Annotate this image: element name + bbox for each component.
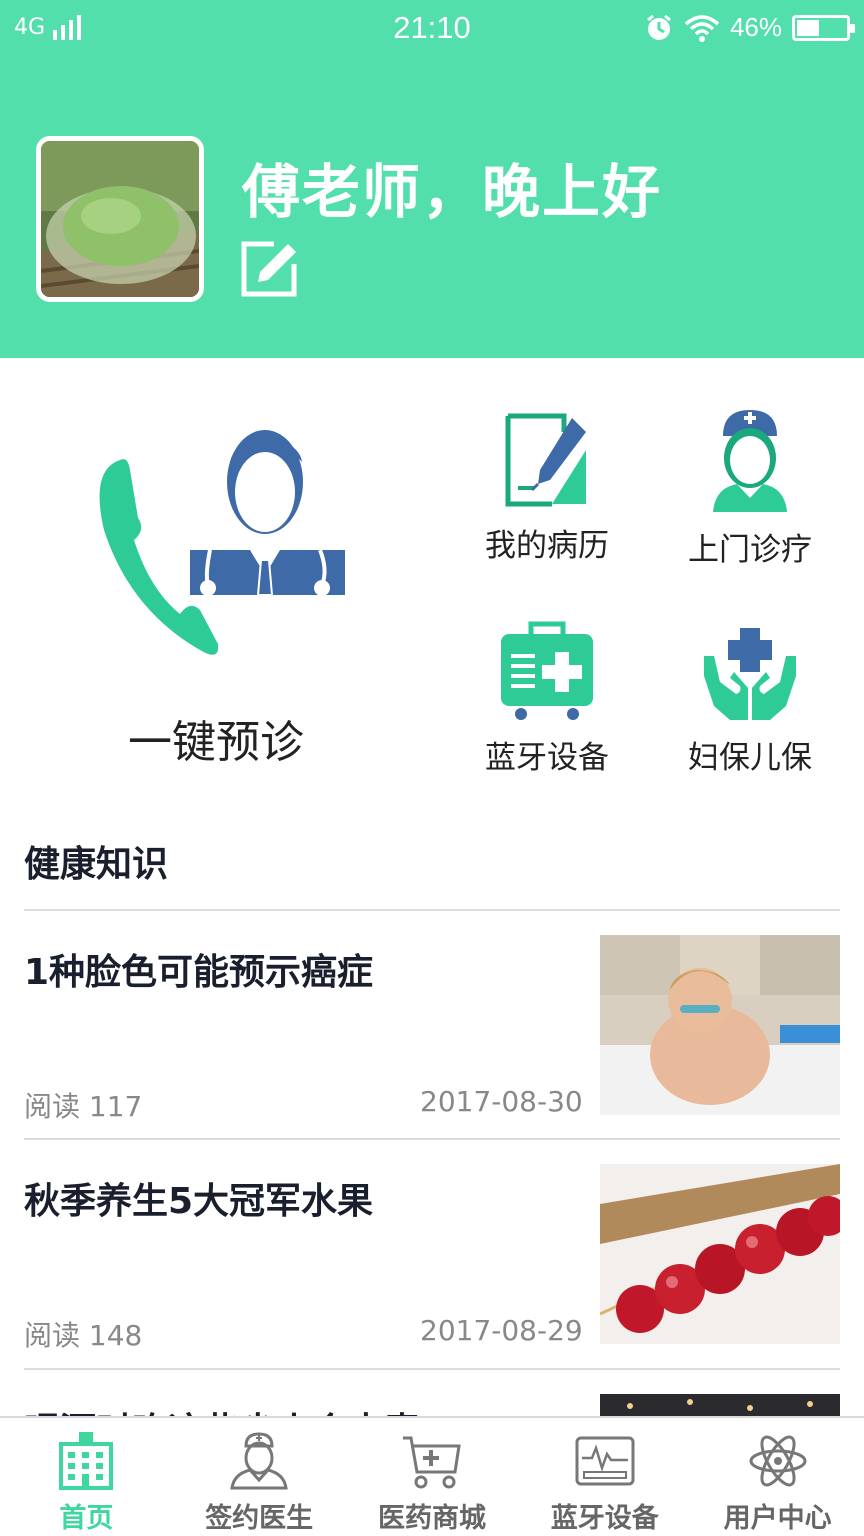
feature-label: 蓝牙设备 bbox=[485, 740, 609, 776]
wifi-icon bbox=[684, 14, 720, 42]
nav-label: 医药商城 bbox=[377, 1503, 486, 1534]
hospital-icon bbox=[59, 1432, 114, 1490]
nav-bluetooth-device[interactable]: 蓝牙设备 bbox=[518, 1418, 691, 1536]
atom-icon bbox=[749, 1435, 807, 1487]
feature-label: 我的病历 bbox=[485, 528, 609, 564]
avatar[interactable] bbox=[36, 136, 204, 302]
article-thumbnail bbox=[600, 1164, 840, 1344]
article-reads: 阅读 117 bbox=[24, 1090, 143, 1123]
nav-user-center[interactable]: 用户中心 bbox=[691, 1418, 864, 1536]
feature-label: 妇保儿保 bbox=[688, 740, 812, 776]
medical-record-icon bbox=[505, 413, 586, 507]
nav-label: 用户中心 bbox=[723, 1503, 832, 1534]
greeting-text: 傅老师，晚上好 bbox=[242, 158, 663, 226]
section-title-health-knowledge: 健康知识 bbox=[24, 844, 169, 885]
nurse-icon bbox=[713, 410, 787, 512]
doctor-icon bbox=[230, 1432, 288, 1490]
divider bbox=[24, 1368, 840, 1370]
quick-diagnosis-label: 一键预诊 bbox=[128, 717, 304, 768]
nav-pharmacy-mall[interactable]: 医药商城 bbox=[346, 1418, 519, 1536]
article-reads: 阅读 148 bbox=[24, 1319, 143, 1352]
nav-signed-doctor[interactable]: 签约医生 bbox=[173, 1418, 346, 1536]
article-item[interactable]: 1种脸色可能预示癌症 阅读 117 2017-08-30 bbox=[24, 935, 840, 1123]
divider bbox=[24, 909, 840, 911]
status-bar: 4G 21:10 46% bbox=[0, 0, 864, 60]
hands-cross-icon bbox=[704, 628, 796, 720]
feature-home-visit[interactable]: 上门诊疗 bbox=[665, 408, 835, 569]
article-thumbnail bbox=[600, 935, 840, 1115]
nav-label: 签约医生 bbox=[205, 1503, 314, 1534]
medical-kit-icon bbox=[501, 621, 593, 720]
nav-label: 蓝牙设备 bbox=[550, 1503, 659, 1534]
battery-icon bbox=[792, 14, 855, 41]
feature-medical-record[interactable]: 我的病历 bbox=[462, 410, 632, 565]
nav-home[interactable]: 首页 bbox=[0, 1418, 173, 1536]
nav-label: 首页 bbox=[59, 1503, 114, 1534]
profile-header: 4G 21:10 46% 傅老师，晚上好 bbox=[0, 0, 864, 358]
phone-doctor-icon bbox=[99, 430, 345, 655]
bottom-nav: 首页 签约医生 医药商城 蓝牙设备 用户中心 bbox=[0, 1416, 864, 1536]
alarm-icon bbox=[647, 14, 671, 40]
article-title: 秋季养生5大冠军水果 bbox=[24, 1181, 374, 1222]
status-right: 46% bbox=[644, 12, 855, 43]
feature-label: 上门诊疗 bbox=[688, 532, 812, 568]
edit-icon[interactable] bbox=[240, 240, 298, 298]
article-date: 2017-08-30 bbox=[420, 1085, 583, 1118]
article-item[interactable]: 秋季养生5大冠军水果 阅读 148 2017-08-29 bbox=[24, 1164, 840, 1352]
article-date: 2017-08-29 bbox=[420, 1314, 583, 1347]
divider bbox=[24, 1138, 840, 1140]
feature-bluetooth-device[interactable]: 蓝牙设备 bbox=[462, 618, 632, 777]
article-title: 1种脸色可能预示癌症 bbox=[24, 952, 374, 993]
monitor-icon bbox=[575, 1436, 635, 1486]
cart-icon bbox=[402, 1436, 461, 1489]
battery-percent: 46% bbox=[729, 12, 782, 42]
feature-maternal-child[interactable]: 妇保儿保 bbox=[665, 626, 835, 777]
